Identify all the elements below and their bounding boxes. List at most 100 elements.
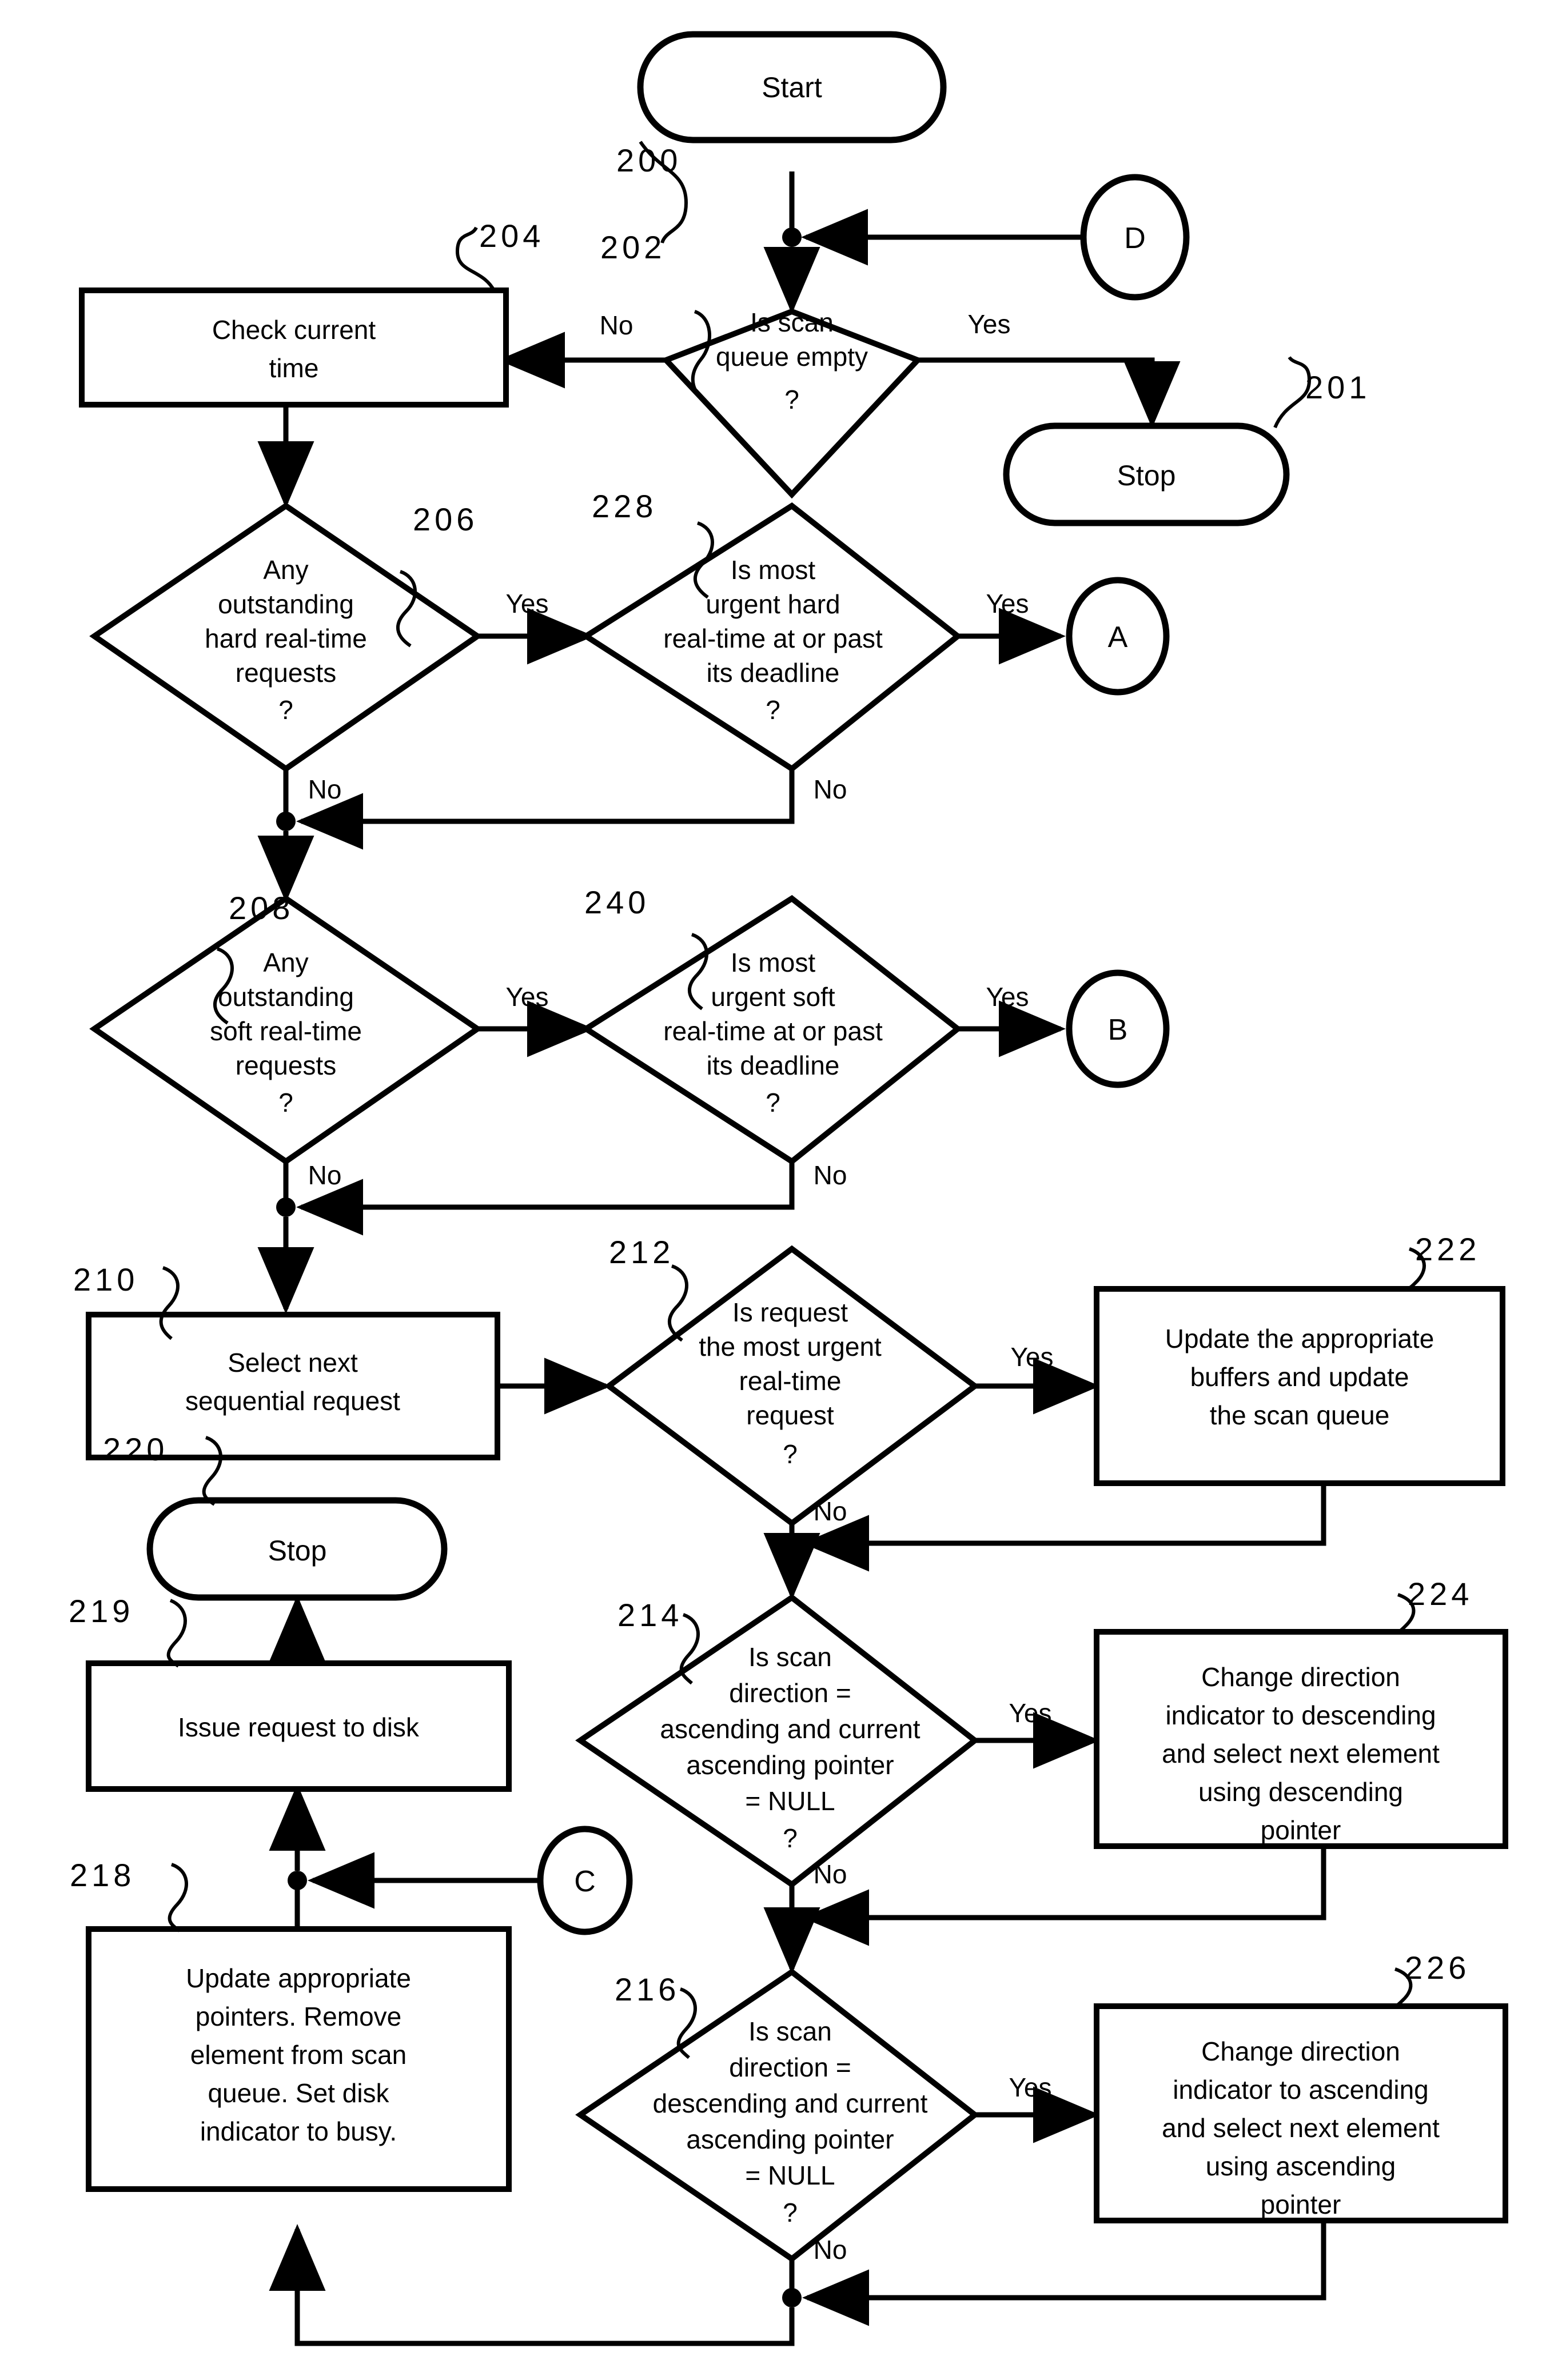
- ref-216: 216: [615, 1971, 680, 2007]
- process-224-line-3: and select next element: [1162, 1739, 1440, 1768]
- flowchart-canvas: Start 200 D 202 Is scan queue empty ? No…: [69, 31, 1508, 2346]
- ref-201: 201: [1305, 369, 1370, 405]
- merge-dot-208: [276, 1197, 296, 1217]
- edge-label-no-228: No: [814, 774, 847, 804]
- ref-208: 208: [229, 890, 294, 926]
- decision-240-line-3: real-time at or past: [663, 1016, 883, 1046]
- merge-dot-206: [276, 812, 296, 831]
- connector-b-label: B: [1108, 1013, 1128, 1047]
- connector-d-label: D: [1124, 222, 1146, 255]
- ref-200: 200: [616, 142, 682, 178]
- decision-214-line-5: = NULL: [745, 1786, 835, 1816]
- decision-240-line-2: urgent soft: [711, 982, 835, 1012]
- edge-label-no-208: No: [308, 1160, 342, 1190]
- decision-208-line-5: ?: [278, 1088, 293, 1117]
- edge-224-to-merge-214: [802, 1843, 1326, 1946]
- process-218-line-5: indicator to busy.: [200, 2117, 397, 2146]
- process-222-line-1: Update the appropriate: [1165, 1324, 1434, 1353]
- decision-206-line-2: outstanding: [218, 589, 354, 619]
- process-210-line-1: Select next: [228, 1348, 358, 1377]
- edge-label-no-214: No: [814, 1859, 847, 1889]
- process-224-line-4: using descending: [1198, 1777, 1403, 1807]
- process-204-line-2: time: [269, 353, 319, 383]
- decision-216-line-6: ?: [783, 2198, 798, 2227]
- decision-214-line-3: ascending and current: [660, 1714, 920, 1744]
- edge-226-to-merge-216: [802, 2218, 1326, 2326]
- process-226-line-4: using ascending: [1206, 2151, 1396, 2181]
- decision-216-line-5: = NULL: [745, 2161, 835, 2190]
- flowchart-sheet: Start 200 D 202 Is scan queue empty ? No…: [0, 0, 1566, 2380]
- edge-label-yes-206: Yes: [505, 589, 548, 618]
- ref-224: 224: [1408, 1576, 1473, 1612]
- merge-dot-214: [782, 1908, 802, 1927]
- decision-228-line-4: its deadline: [707, 658, 840, 688]
- process-224-line-1: Change direction: [1201, 1662, 1400, 1692]
- merge-dot-218: [288, 1871, 307, 1890]
- edge-label-yes-202: Yes: [967, 309, 1010, 339]
- process-224-line-5: pointer: [1261, 1815, 1341, 1845]
- process-224-line-2: indicator to descending: [1165, 1700, 1436, 1730]
- ref-210: 210: [73, 1261, 138, 1297]
- decision-240-line-5: ?: [766, 1088, 780, 1117]
- edge-label-yes-216: Yes: [1009, 2072, 1051, 2102]
- decision-206-line-5: ?: [278, 695, 293, 725]
- decision-206-line-4: requests: [236, 658, 336, 688]
- process-218-line-2: pointers. Remove: [196, 2002, 402, 2031]
- stop-220-label: Stop: [268, 1535, 327, 1567]
- leader-201: [1273, 356, 1312, 429]
- merge-dot-200: [782, 227, 802, 247]
- process-226-line-1: Change direction: [1201, 2036, 1400, 2066]
- ref-212: 212: [609, 1234, 674, 1270]
- decision-228-line-5: ?: [766, 695, 780, 725]
- ref-226: 226: [1405, 1950, 1470, 1986]
- decision-208-line-3: soft real-time: [210, 1016, 362, 1046]
- ref-202: 202: [600, 229, 666, 265]
- decision-228-line-1: Is most: [731, 555, 815, 585]
- process-226-line-2: indicator to ascending: [1173, 2075, 1429, 2105]
- leader-219: [166, 1599, 187, 1668]
- ref-219: 219: [69, 1593, 134, 1629]
- process-210-line-2: sequential request: [185, 1386, 400, 1416]
- decision-206-line-3: hard real-time: [205, 624, 367, 653]
- merge-dot-216: [782, 2288, 802, 2307]
- decision-214-line-2: direction =: [729, 1678, 851, 1708]
- edge-label-yes-212: Yes: [1010, 1342, 1053, 1372]
- process-204-line-1: Check current: [212, 315, 376, 345]
- decision-214-line-4: ascending pointer: [686, 1750, 894, 1780]
- decision-208-line-4: requests: [236, 1051, 336, 1080]
- ref-240: 240: [584, 884, 649, 920]
- process-219-line-1: Issue request to disk: [178, 1712, 420, 1742]
- edge-bottom-loop-to-218: [269, 2224, 795, 2346]
- decision-212-line-4: request: [746, 1400, 834, 1430]
- decision-216-line-4: ascending pointer: [686, 2125, 894, 2154]
- decision-202-line-1: Is scan: [750, 308, 834, 337]
- connector-a-label: A: [1108, 621, 1128, 654]
- decision-216-line-1: Is scan: [748, 2016, 832, 2046]
- decision-208-line-2: outstanding: [218, 982, 354, 1012]
- process-222-line-3: the scan queue: [1210, 1400, 1390, 1430]
- decision-202-line-2: queue empty: [716, 342, 868, 372]
- decision-214-line-1: Is scan: [748, 1642, 832, 1672]
- decision-212-line-1: Is request: [732, 1297, 848, 1327]
- start-label: Start: [762, 71, 822, 103]
- ref-204: 204: [479, 218, 544, 254]
- edge-label-no-202: No: [600, 310, 633, 340]
- connector-c-label: C: [574, 1865, 596, 1898]
- decision-212-line-5: ?: [783, 1439, 798, 1469]
- process-218-line-3: element from scan: [190, 2040, 407, 2070]
- decision-202-line-3: ?: [784, 385, 799, 414]
- ref-218: 218: [70, 1857, 135, 1893]
- edge-label-no-206: No: [308, 774, 342, 804]
- ref-206: 206: [413, 501, 478, 537]
- decision-228-line-3: real-time at or past: [663, 624, 883, 653]
- ref-228: 228: [592, 488, 657, 524]
- decision-212-line-2: the most urgent: [699, 1332, 882, 1361]
- process-226-line-5: pointer: [1261, 2190, 1341, 2219]
- edge-240-no-to-merge: [296, 1163, 795, 1236]
- leader-218: [168, 1863, 188, 1932]
- decision-208-line-1: Any: [263, 948, 308, 977]
- process-226-line-3: and select next element: [1162, 2113, 1440, 2143]
- edge-222-to-merge-212: [802, 1483, 1326, 1572]
- edge-228-no-to-merge: [296, 770, 795, 850]
- decision-212-line-3: real-time: [739, 1366, 842, 1396]
